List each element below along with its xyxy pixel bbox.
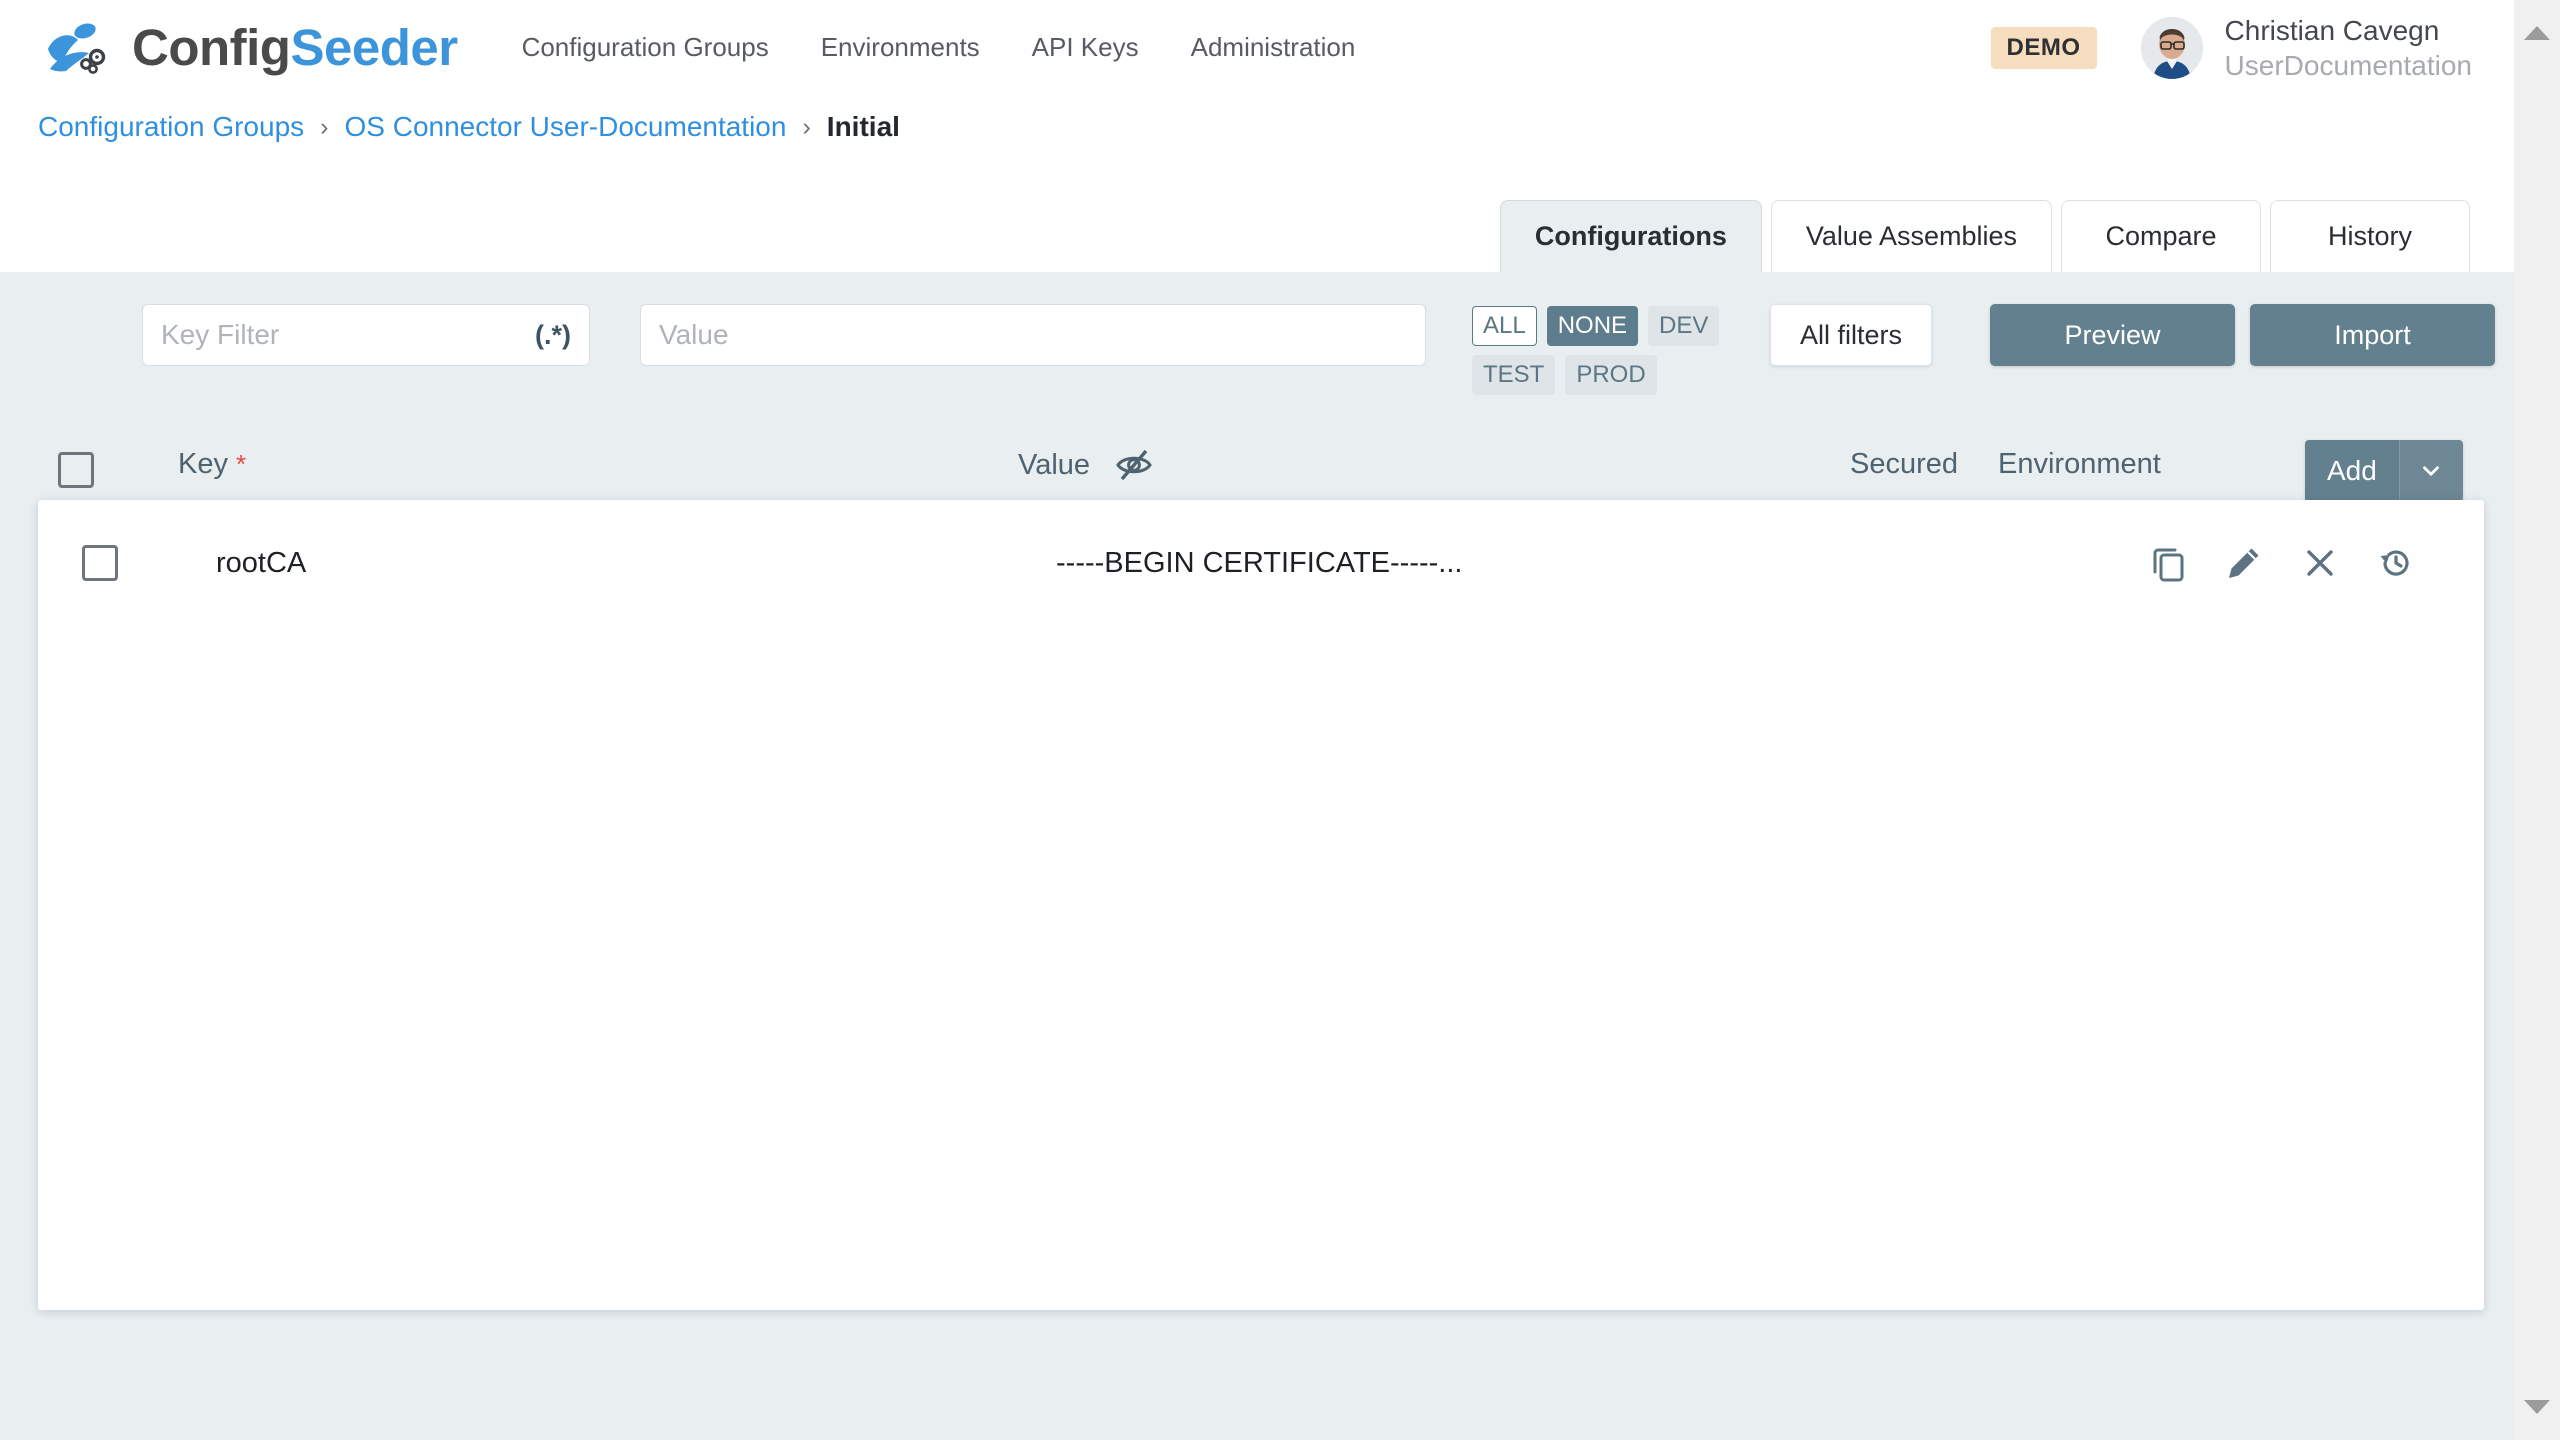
top-navigation-bar: ConfigSeeder Configuration Groups Enviro… — [0, 0, 2514, 96]
key-filter-regex-label: (.*) — [535, 319, 571, 350]
user-name: Christian Cavegn — [2224, 14, 2440, 46]
cell-key: rootCA — [216, 546, 307, 579]
demo-badge: DEMO — [1990, 26, 2097, 69]
env-chip-dev[interactable]: DEV — [1648, 306, 1720, 346]
add-button-label: Add — [2305, 440, 2399, 502]
import-button[interactable]: Import — [2250, 304, 2495, 366]
column-header-key[interactable]: Key * — [178, 448, 246, 481]
breadcrumb-separator-icon: › — [320, 112, 329, 141]
row-checkbox-wrap — [82, 545, 118, 581]
close-x-icon[interactable] — [2300, 543, 2340, 583]
column-header-secured[interactable]: Secured — [1850, 448, 1958, 481]
brand-title-second: Seeder — [290, 19, 458, 76]
tab-strip: Configurations Value Assemblies Compare … — [0, 168, 2514, 272]
env-chip-test[interactable]: TEST — [1472, 355, 1556, 395]
pencil-icon[interactable] — [2224, 543, 2264, 583]
add-button[interactable]: Add — [2305, 440, 2463, 502]
preview-button[interactable]: Preview — [1990, 304, 2235, 366]
column-header-value[interactable]: Value — [1018, 448, 1154, 482]
tab-history[interactable]: History — [2270, 200, 2470, 272]
all-filters-button[interactable]: All filters — [1770, 304, 1932, 366]
select-all-checkbox[interactable] — [58, 452, 94, 488]
tab-compare[interactable]: Compare — [2061, 200, 2261, 272]
account-area: DEMO Christian Cavegn UserDocumentation — [1990, 13, 2472, 83]
avatar[interactable] — [2140, 16, 2203, 79]
breadcrumb-item-configuration-groups[interactable]: Configuration Groups — [38, 111, 304, 143]
env-chip-none[interactable]: NONE — [1546, 306, 1639, 346]
row-action-buttons — [2148, 543, 2416, 583]
environment-filter-chips: ALL NONE DEV TEST PROD — [1472, 306, 1720, 404]
configurations-table-card: rootCA -----BEGIN CERTIFICATE-----... — [38, 500, 2484, 1310]
cell-value: -----BEGIN CERTIFICATE-----... — [1056, 546, 1463, 579]
copy-icon[interactable] — [2148, 543, 2188, 583]
breadcrumb: Configuration Groups › OS Connector User… — [0, 96, 2514, 158]
required-marker: * — [235, 449, 247, 479]
value-filter-input[interactable]: Value — [640, 304, 1426, 366]
table-row[interactable]: rootCA -----BEGIN CERTIFICATE-----... — [38, 526, 2484, 600]
filter-toolbar: Key Filter (.*) Value All filters Previe… — [0, 272, 2514, 396]
breadcrumb-item-os-connector[interactable]: OS Connector User-Documentation — [344, 111, 786, 143]
history-restore-icon[interactable] — [2376, 543, 2416, 583]
breadcrumb-item-current: Initial — [826, 111, 900, 142]
user-info[interactable]: Christian Cavegn UserDocumentation — [2225, 13, 2472, 83]
key-filter-placeholder: Key Filter — [161, 319, 280, 350]
nav-item-administration[interactable]: Administration — [1165, 32, 1382, 63]
key-filter-input[interactable]: Key Filter (.*) — [142, 304, 590, 366]
nav-item-api-keys[interactable]: API Keys — [1006, 32, 1165, 63]
user-role: UserDocumentation — [2224, 49, 2472, 81]
row-select-checkbox[interactable] — [82, 545, 118, 581]
scroll-up-arrow-icon[interactable] — [2524, 26, 2550, 40]
scroll-down-arrow-icon[interactable] — [2524, 1400, 2550, 1414]
breadcrumb-separator-icon: › — [802, 112, 811, 141]
env-chip-all[interactable]: ALL — [1472, 306, 1537, 346]
value-filter-placeholder: Value — [659, 319, 729, 350]
main-nav: Configuration Groups Environments API Ke… — [496, 32, 1382, 63]
nav-item-configuration-groups[interactable]: Configuration Groups — [496, 32, 795, 63]
column-header-key-label: Key — [178, 448, 228, 480]
chevron-down-icon[interactable] — [2398, 440, 2463, 502]
nav-item-environments[interactable]: Environments — [795, 32, 1006, 63]
page-scrollbar[interactable] — [2514, 0, 2560, 1440]
content-area: Key Filter (.*) Value All filters Previe… — [0, 272, 2514, 1440]
tab-value-assemblies[interactable]: Value Assemblies — [1770, 200, 2052, 272]
tab-configurations[interactable]: Configurations — [1499, 200, 1762, 272]
eye-slash-icon[interactable] — [1114, 448, 1154, 482]
brand-logo-link[interactable]: ConfigSeeder — [44, 19, 458, 77]
env-chip-prod[interactable]: PROD — [1565, 355, 1657, 395]
brand-title-first: Config — [132, 19, 291, 76]
brand-title: ConfigSeeder — [132, 22, 458, 73]
column-header-value-label: Value — [1018, 448, 1091, 481]
select-all-checkbox-wrap — [58, 452, 94, 488]
column-header-environment[interactable]: Environment — [1998, 448, 2161, 481]
seeder-bird-gears-logo-icon — [44, 19, 110, 77]
